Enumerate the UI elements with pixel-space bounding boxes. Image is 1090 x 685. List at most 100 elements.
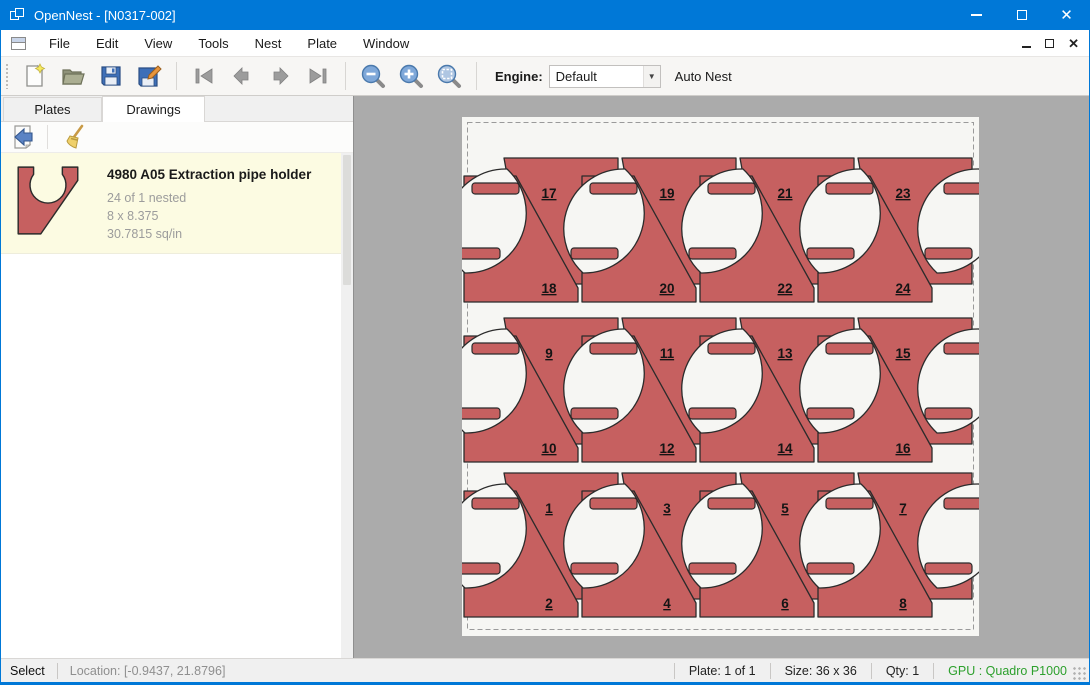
drawing-list-item[interactable]: 4980 A05 Extraction pipe holder 24 of 1 … [1,153,353,254]
part-prong [689,563,736,574]
status-bar: Select Location: [-0.9437, 21.8796] Plat… [1,658,1089,682]
save-as-button[interactable] [134,61,164,91]
scrollbar-thumb[interactable] [343,155,351,285]
menu-tools[interactable]: Tools [185,32,241,55]
drawing-title: 4980 A05 Extraction pipe holder [107,167,311,182]
part-prong [708,183,755,194]
document-icon[interactable] [11,37,26,50]
part-number: 2 [545,596,553,611]
part-prong [571,563,618,574]
menu-plate[interactable]: Plate [294,32,350,55]
open-button[interactable] [58,61,88,91]
auto-nest-button[interactable]: Auto Nest [675,69,732,84]
drawings-toolbar [1,122,353,153]
tab-drawings[interactable]: Drawings [102,96,205,122]
part-number: 1 [545,501,553,516]
menu-edit[interactable]: Edit [83,32,131,55]
chevron-down-icon: ▼ [643,66,660,87]
mdi-close-button[interactable]: ✕ [1068,37,1079,50]
tab-plates[interactable]: Plates [3,97,102,122]
part-number: 23 [895,186,911,201]
part-number: 24 [895,281,911,296]
status-gpu: GPU : Quadro P1000 [934,664,1073,678]
part-number: 14 [777,441,793,456]
part-prong [807,408,854,419]
left-panel: Plates Drawings [1,96,353,658]
broom-icon [62,124,88,150]
toolbar-separator [476,62,477,90]
part-number: 13 [777,346,793,361]
menu-nest[interactable]: Nest [242,32,295,55]
part-number: 18 [541,281,557,296]
part-number: 20 [659,281,674,296]
next-arrow-icon [268,64,292,88]
engine-select[interactable]: Default ▼ [549,65,661,88]
next-plate-button[interactable] [265,61,295,91]
status-qty: Qty: 1 [872,664,933,678]
zoom-fit-icon [436,63,462,89]
part-prong [462,563,500,574]
mdi-restore-button[interactable] [1045,39,1054,48]
part-number: 10 [541,441,556,456]
toolbar-separator [345,62,346,90]
menu-file[interactable]: File [36,32,83,55]
part-prong [462,248,500,259]
part-prong [708,498,755,509]
status-location: Location: [-0.9437, 21.8796] [58,664,238,678]
status-size: Size: 36 x 36 [771,664,871,678]
toolbar-grip[interactable] [5,63,10,89]
zoom-fit-button[interactable] [434,61,464,91]
nesting-canvas[interactable]: 171819202122232491011121314151612345678 [353,96,1089,658]
first-plate-button[interactable] [189,61,219,91]
drawings-panel: 4980 A05 Extraction pipe holder 24 of 1 … [1,121,353,658]
part-number: 4 [663,596,671,611]
last-plate-button[interactable] [303,61,333,91]
menu-view[interactable]: View [131,32,185,55]
panel-scrollbar[interactable] [341,153,353,658]
toolbar-separator [47,125,48,149]
title-bar: OpenNest - [N0317-002] ✕ [1,0,1089,30]
part-prong [944,343,979,354]
part-prong [689,248,736,259]
part-prong [590,498,637,509]
part-number: 22 [777,281,792,296]
maximize-icon [1017,10,1027,20]
clear-drawings-button[interactable] [60,123,90,151]
part-prong [689,408,736,419]
part-prong [944,498,979,509]
save-floppy-icon [98,63,124,89]
part-number: 7 [899,501,907,516]
part-number: 12 [659,441,674,456]
part-thumbnail [13,163,85,239]
resize-grip[interactable] [1073,667,1087,681]
minimize-button[interactable] [954,0,999,30]
part-prong [571,408,618,419]
part-prong [472,183,519,194]
import-drawing-button[interactable] [9,123,39,151]
zoom-in-button[interactable] [396,61,426,91]
last-arrow-icon [306,64,330,88]
save-button[interactable] [96,61,126,91]
part-prong [708,343,755,354]
drawing-size: 8 x 8.375 [107,207,311,225]
menu-window[interactable]: Window [350,32,422,55]
zoom-out-button[interactable] [358,61,388,91]
close-button[interactable]: ✕ [1044,0,1089,30]
part-number: 11 [660,346,675,361]
previous-arrow-icon [230,64,254,88]
part-number: 21 [777,186,793,201]
plate-sheet: 171819202122232491011121314151612345678 [462,117,979,636]
previous-plate-button[interactable] [227,61,257,91]
close-icon: ✕ [1060,8,1073,23]
part-prong [571,248,618,259]
part-prong [472,343,519,354]
new-button[interactable] [20,61,50,91]
menu-bar: File Edit View Tools Nest Plate Window ✕ [1,30,1089,57]
first-arrow-icon [192,64,216,88]
window-title: OpenNest - [N0317-002] [34,8,176,23]
part-number: 9 [545,346,553,361]
part-prong [925,563,972,574]
maximize-button[interactable] [999,0,1044,30]
mdi-minimize-button[interactable] [1022,46,1031,48]
open-folder-icon [60,63,86,89]
